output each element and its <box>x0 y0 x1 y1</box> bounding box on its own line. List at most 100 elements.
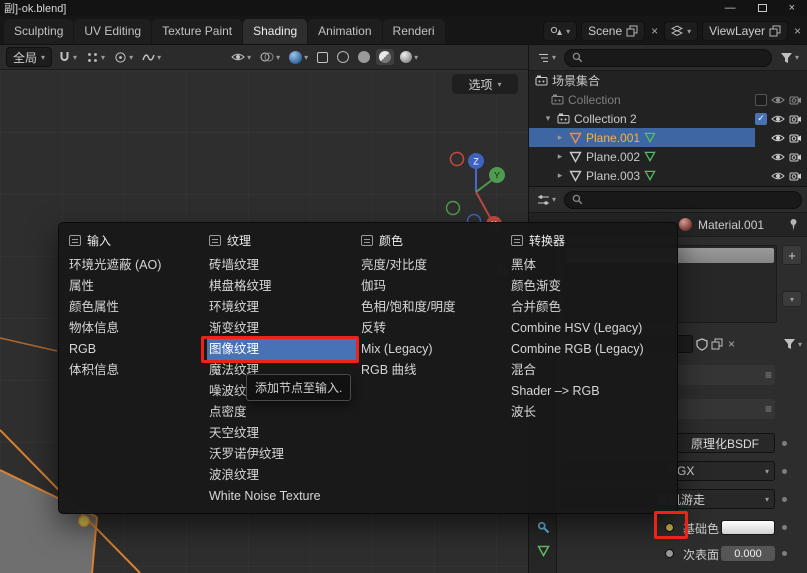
menu-item[interactable]: 伽玛 <box>359 276 507 297</box>
menu-item[interactable]: 黑体 <box>509 255 671 276</box>
proportional-edit-button[interactable]: ▾ <box>111 49 136 66</box>
fake-user-shield-icon[interactable] <box>696 338 708 351</box>
expand-arrow-icon[interactable]: ▾ <box>543 113 553 124</box>
menu-item[interactable]: Combine HSV (Legacy) <box>509 318 671 339</box>
decorator-dot[interactable] <box>782 441 787 446</box>
tab-rendering[interactable]: Renderi <box>383 19 445 44</box>
outliner-row-plane-002[interactable]: ▸ Plane.002 <box>529 147 807 166</box>
eye-icon[interactable] <box>771 132 785 144</box>
expand-arrow-icon[interactable]: ▸ <box>555 170 565 181</box>
menu-item[interactable]: 点密度 <box>207 402 357 423</box>
panel-grip-icon[interactable]: ≡ <box>765 402 771 416</box>
menu-item[interactable]: 沃罗诺伊纹理 <box>207 444 357 465</box>
panel-grip-icon[interactable]: ≡ <box>765 368 771 382</box>
properties-search-input[interactable] <box>564 191 802 209</box>
outliner-row-scene-collection[interactable]: 场景集合 <box>529 71 807 90</box>
eye-icon[interactable] <box>771 151 785 163</box>
eye-icon[interactable] <box>771 113 785 125</box>
menu-item[interactable]: 色相/饱和度/明度 <box>359 297 507 318</box>
transform-orientation-dropdown[interactable]: 全局 ▾ <box>6 47 52 67</box>
menu-item[interactable]: 颜色渐变 <box>509 276 671 297</box>
menu-item[interactable]: Combine RGB (Legacy) <box>509 339 671 360</box>
add-material-slot-button[interactable]: + <box>782 245 802 265</box>
tool-options-dropdown[interactable]: 选项 ▾ <box>452 74 518 94</box>
base-color-swatch[interactable] <box>721 520 775 535</box>
outliner-row-plane-001[interactable]: ▸ Plane.001 <box>529 128 807 147</box>
tab-shading[interactable]: Shading <box>243 19 307 44</box>
snap-toggle-button[interactable]: ▾ <box>55 49 80 66</box>
color-socket-dot[interactable] <box>665 523 674 532</box>
eye-icon[interactable] <box>771 94 785 106</box>
unlink-scene-button[interactable]: × <box>649 24 660 38</box>
shading-mode-rendered[interactable]: ▾ <box>397 49 421 65</box>
shading-mode-solid[interactable] <box>355 49 373 65</box>
snap-settings-button[interactable]: ▾ <box>83 49 108 66</box>
copy-material-icon[interactable] <box>711 338 723 350</box>
decorator-dot[interactable] <box>782 497 787 502</box>
menu-item[interactable]: 图像纹理 <box>207 339 357 360</box>
value-socket-dot[interactable] <box>665 549 674 558</box>
editor-type-dropdown[interactable]: ▾ <box>534 50 559 66</box>
menu-item[interactable]: 天空纹理 <box>207 423 357 444</box>
gizmo-visibility-dropdown[interactable]: ▾ <box>228 49 254 65</box>
menu-item[interactable]: 亮度/对比度 <box>359 255 507 276</box>
outliner-filter-dropdown[interactable]: ▾ <box>777 50 802 66</box>
subsurface-value-slider[interactable]: 0.000 <box>721 546 775 561</box>
menu-item[interactable]: 棋盘格纹理 <box>207 276 357 297</box>
render-pass-button[interactable] <box>314 50 331 65</box>
menu-item[interactable]: 颜色属性 <box>67 297 207 318</box>
shading-mode-material[interactable] <box>376 49 394 65</box>
tab-animation[interactable]: Animation <box>308 19 381 44</box>
editor-type-dropdown[interactable]: ▾ <box>534 192 559 208</box>
new-scene-icon[interactable] <box>626 25 638 37</box>
unlink-material-button[interactable]: × <box>726 337 737 351</box>
camera-icon[interactable] <box>789 113 802 124</box>
menu-item[interactable]: 环境光遮蔽 (AO) <box>67 255 207 276</box>
menu-item[interactable]: 物体信息 <box>67 318 207 339</box>
menu-item[interactable]: 反转 <box>359 318 507 339</box>
menu-item[interactable]: RGB <box>67 339 207 360</box>
exclude-checkbox[interactable] <box>755 94 767 106</box>
tab-modifier-properties-wrench-icon[interactable] <box>537 521 550 534</box>
remove-viewlayer-button[interactable]: × <box>792 24 803 38</box>
outliner-search-input[interactable] <box>564 49 772 67</box>
pin-icon[interactable] <box>788 218 799 231</box>
menu-item[interactable]: 波浪纹理 <box>207 465 357 486</box>
new-viewlayer-icon[interactable] <box>769 25 781 37</box>
minimize-button[interactable]: — <box>725 1 736 15</box>
decorator-dot[interactable] <box>782 525 787 530</box>
decorator-dot[interactable] <box>782 469 787 474</box>
menu-item[interactable]: 波长 <box>509 402 671 423</box>
menu-item[interactable]: 砖墙纹理 <box>207 255 357 276</box>
maximize-button[interactable] <box>758 4 767 12</box>
viewlayer-name-field[interactable]: ViewLayer <box>702 21 788 41</box>
menu-item[interactable]: 体积信息 <box>67 360 207 381</box>
menu-item[interactable]: Shader –> RGB <box>509 381 671 402</box>
menu-item[interactable]: Mix (Legacy) <box>359 339 507 360</box>
outliner-row-plane-003[interactable]: ▸ Plane.003 <box>529 166 807 185</box>
menu-item[interactable]: 属性 <box>67 276 207 297</box>
menu-item[interactable]: 混合 <box>509 360 671 381</box>
tab-texture-paint[interactable]: Texture Paint <box>152 19 242 44</box>
material-specials-dropdown[interactable]: ▾ <box>780 336 805 352</box>
xray-shading-dropdown[interactable]: ▾ <box>286 49 311 66</box>
outliner-row-collection[interactable]: Collection <box>529 90 807 109</box>
menu-item[interactable]: 环境纹理 <box>207 297 357 318</box>
close-button[interactable]: × <box>789 1 795 15</box>
expand-arrow-icon[interactable]: ▸ <box>555 151 565 162</box>
surface-shader-dropdown[interactable]: 原理化BSDF <box>675 433 775 453</box>
menu-item[interactable]: RGB 曲线 <box>359 360 507 381</box>
menu-item[interactable]: 渐变纹理 <box>207 318 357 339</box>
eye-icon[interactable] <box>771 170 785 182</box>
scene-browse-button[interactable]: ▾ <box>543 21 577 41</box>
outliner-row-collection-2[interactable]: ▾ Collection 2 ✓ <box>529 109 807 128</box>
overlays-dropdown[interactable]: ▾ <box>257 49 283 65</box>
tab-object-data-properties-icon[interactable] <box>537 545 550 557</box>
decorator-dot[interactable] <box>782 551 787 556</box>
viewlayer-browse-button[interactable]: ▾ <box>664 21 698 41</box>
camera-icon[interactable] <box>789 170 802 181</box>
camera-icon[interactable] <box>789 132 802 143</box>
menu-item[interactable]: 合并颜色 <box>509 297 671 318</box>
slot-specials-button[interactable]: ▾ <box>782 291 802 307</box>
menu-item[interactable]: White Noise Texture <box>207 486 357 507</box>
